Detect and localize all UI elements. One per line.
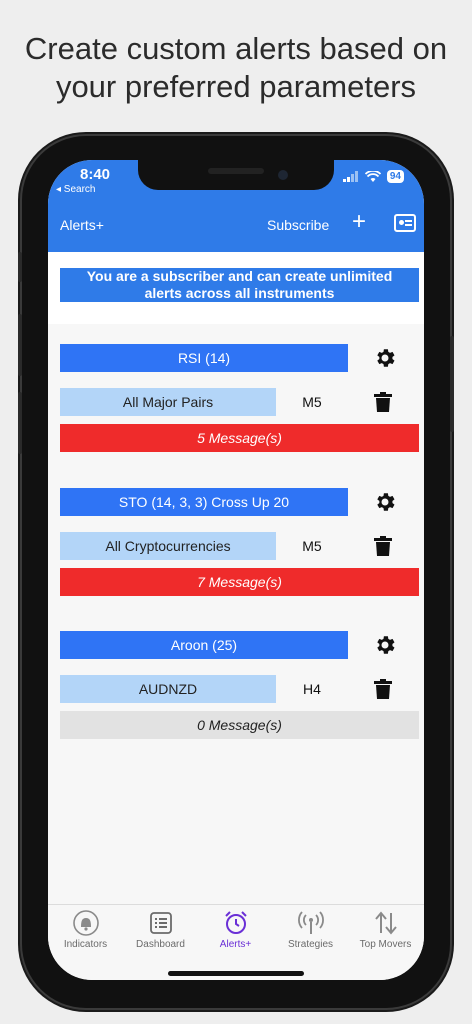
wifi-icon [364,170,381,182]
tab-label: Indicators [63,939,108,950]
signal-icon [342,171,358,182]
tab-strategies[interactable]: Strategies [273,905,348,965]
trash-icon[interactable] [374,536,392,556]
phone-volume-up [18,314,22,376]
timeframe-label: M5 [302,538,322,554]
tab-label: Dashboard [136,939,185,950]
alert-card: Aroon (25) AUDNZD H4 0 Message(s) [48,611,424,741]
subscriber-banner-line2: alerts across all instruments [144,285,335,301]
indicator-label[interactable]: Aroon (25) [60,631,348,659]
indicator-label[interactable]: RSI (14) [60,344,348,372]
phone-mute-switch [18,252,22,282]
list-icon [150,912,172,934]
gear-icon[interactable] [373,633,397,657]
tab-top-movers[interactable]: Top Movers [348,905,423,965]
messages-bar[interactable]: 0 Message(s) [60,711,419,739]
alerts-list: RSI (14) All Major Pairs M5 5 Message(s)… [48,324,424,906]
alarm-clock-icon [225,911,247,934]
promo-headline: Create custom alerts based on your prefe… [0,30,472,106]
tab-dashboard[interactable]: Dashboard [123,905,198,965]
tab-label: Alerts+ [219,939,252,950]
promo-headline-line2: your preferred parameters [55,69,417,104]
broadcast-icon [298,911,324,934]
instrument-label[interactable]: AUDNZD [60,675,276,703]
timeframe-label: M5 [302,394,322,410]
tab-label: Top Movers [359,939,412,950]
phone-volume-down [18,392,22,454]
instrument-label[interactable]: All Cryptocurrencies [60,532,276,560]
alert-card: STO (14, 3, 3) Cross Up 20 All Cryptocur… [48,468,424,598]
tab-bar: Indicators Dashboard Alerts+ Strategies … [48,904,424,980]
tab-label: Strategies [287,939,334,950]
gear-icon[interactable] [373,346,397,370]
trash-icon[interactable] [374,392,392,412]
indicator-label[interactable]: STO (14, 3, 3) Cross Up 20 [60,488,348,516]
instrument-label[interactable]: All Major Pairs [60,388,276,416]
messages-bar[interactable]: 7 Message(s) [60,568,419,596]
banner-area: You are a subscriber and can create unli… [48,252,424,324]
phone-power-button [450,336,454,432]
timeframe-label: H4 [303,681,321,697]
camera [278,170,288,180]
promo-headline-line1: Create custom alerts based on [24,31,448,66]
subscribe-button[interactable]: Subscribe [267,217,329,233]
app-screen: 8:40 ◂ Search 94 Alerts+ Subscribe + You… [48,160,424,980]
status-icons: 94 [342,170,404,183]
home-indicator[interactable] [168,971,304,976]
battery-indicator: 94 [386,170,404,183]
alert-card: RSI (14) All Major Pairs M5 5 Message(s) [48,324,424,454]
gear-icon[interactable] [373,490,397,514]
bell-icon [73,910,99,936]
status-time: 8:40 [80,166,111,183]
subscriber-banner-line1: You are a subscriber and can create unli… [86,268,393,284]
nav-title: Alerts+ [60,217,104,233]
speaker [208,168,264,174]
plus-icon[interactable]: + [352,210,366,234]
back-to-search-link[interactable]: ◂ Search [56,184,95,195]
notch [138,160,334,190]
up-down-arrows-icon [375,911,397,935]
trash-icon[interactable] [374,679,392,699]
tab-indicators[interactable]: Indicators [48,905,123,965]
messages-bar[interactable]: 5 Message(s) [60,424,419,452]
tab-alerts-plus[interactable]: Alerts+ [198,905,273,965]
subscriber-banner: You are a subscriber and can create unli… [60,268,419,302]
profile-card-icon[interactable] [394,214,416,232]
